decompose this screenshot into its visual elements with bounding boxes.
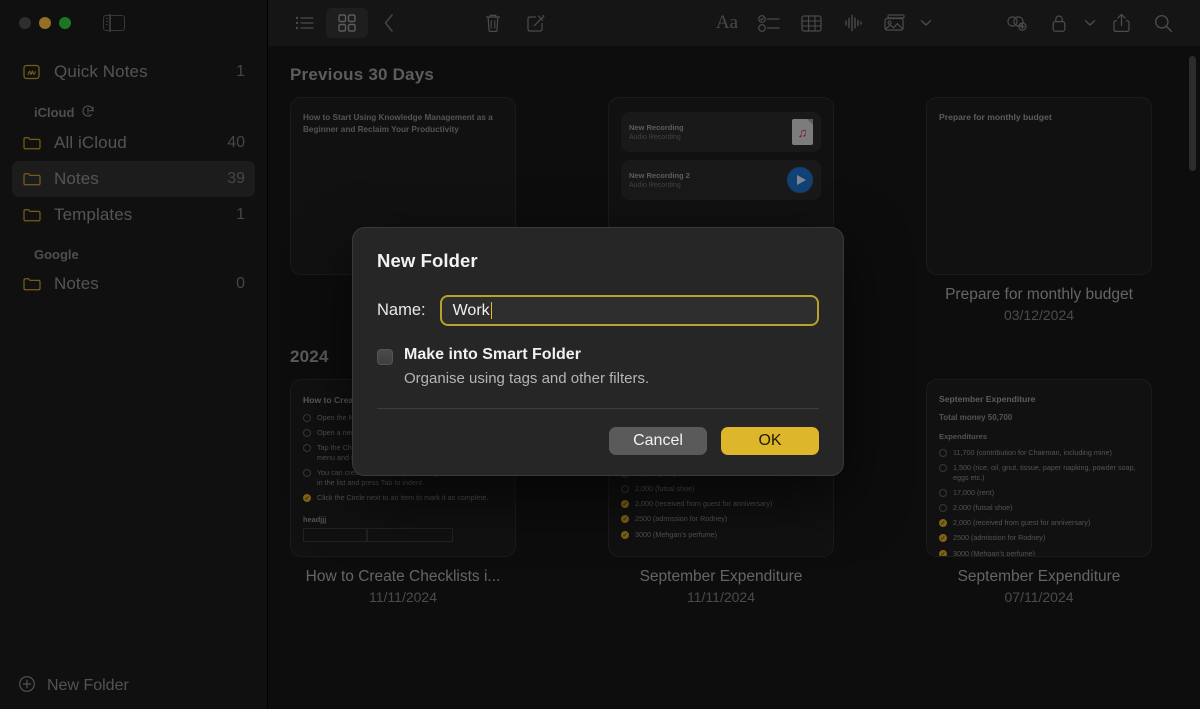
name-input-value: Work bbox=[452, 301, 490, 319]
name-field-row: Name: Work bbox=[377, 295, 819, 326]
name-input[interactable]: Work bbox=[439, 295, 819, 326]
dialog-button-row: Cancel OK bbox=[377, 427, 819, 455]
dialog-divider bbox=[377, 408, 819, 409]
dialog-title: New Folder bbox=[377, 250, 478, 271]
cancel-button[interactable]: Cancel bbox=[609, 427, 707, 455]
ok-button[interactable]: OK bbox=[721, 427, 819, 455]
smart-folder-checkbox-sublabel: Organise using tags and other filters. bbox=[404, 370, 650, 387]
notes-app-window: Quick Notes 1 iCloud All iCloud 40 Notes… bbox=[0, 0, 1200, 709]
smart-folder-checkbox[interactable] bbox=[377, 349, 393, 365]
smart-folder-checkbox-label: Make into Smart Folder bbox=[404, 346, 581, 363]
new-folder-dialog: New Folder Name: Work Make into Smart Fo… bbox=[352, 227, 844, 476]
name-field-label: Name: bbox=[377, 301, 426, 319]
smart-folder-checkbox-row[interactable]: Make into Smart Folder Organise using ta… bbox=[377, 346, 819, 387]
text-caret bbox=[490, 302, 493, 319]
